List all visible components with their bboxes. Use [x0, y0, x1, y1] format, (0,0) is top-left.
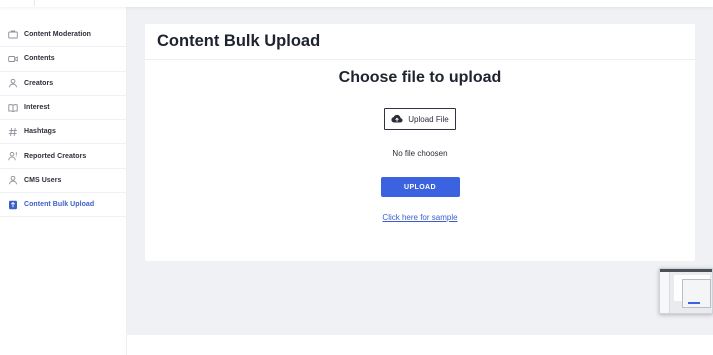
- content-moderation-icon: [8, 30, 18, 40]
- card-header: Content Bulk Upload: [145, 24, 695, 60]
- cloud-upload-icon: [391, 114, 403, 124]
- upload-panel: Choose file to upload Upload File No fil…: [145, 60, 695, 260]
- hashtag-icon: [8, 127, 18, 137]
- sidebar-item-label: Interest: [24, 104, 50, 112]
- sidebar-item-label: Creators: [24, 79, 54, 87]
- sidebar-item-label: Hashtags: [24, 128, 56, 136]
- reported-person-icon: [8, 151, 18, 161]
- sidebar-item-label: CMS Users: [24, 176, 62, 184]
- page-title: Content Bulk Upload: [157, 32, 321, 50]
- screenshot-thumbnail[interactable]: [659, 268, 713, 314]
- header-divider: [34, 0, 35, 6]
- sidebar-nav: Content Moderation Contents Creators Int…: [0, 7, 126, 218]
- upload-file-label: Upload File: [408, 114, 449, 124]
- footer-strip: [127, 335, 713, 355]
- sidebar-item-label: Reported Creators: [24, 152, 87, 160]
- sidebar-item-hashtags[interactable]: Hashtags: [0, 120, 126, 145]
- thumbnail-button: [688, 302, 700, 304]
- bulk-upload-icon: [8, 200, 18, 210]
- sidebar-item-label: Contents: [24, 55, 55, 63]
- sidebar-item-reported-creators[interactable]: Reported Creators: [0, 144, 126, 169]
- video-icon: [8, 54, 18, 64]
- sidebar-item-content-moderation[interactable]: Content Moderation: [0, 23, 126, 48]
- sidebar-item-cms-users[interactable]: CMS Users: [0, 169, 126, 194]
- sidebar-item-creators[interactable]: Creators: [0, 72, 126, 96]
- bulk-upload-card: Content Bulk Upload Choose file to uploa…: [145, 24, 695, 261]
- sidebar: Content Moderation Contents Creators Int…: [0, 7, 127, 355]
- upload-file-button[interactable]: Upload File: [384, 108, 456, 130]
- choose-file-heading: Choose file to upload: [338, 69, 502, 86]
- book-icon: [8, 103, 18, 113]
- file-status-text: No file choosen: [392, 149, 448, 158]
- top-header-bar: [0, 0, 713, 7]
- main-content: Content Bulk Upload Choose file to uploa…: [127, 7, 713, 335]
- sidebar-item-content-bulk-upload[interactable]: Content Bulk Upload: [0, 193, 126, 218]
- sidebar-item-label: Content Bulk Upload: [24, 201, 95, 209]
- sample-link[interactable]: Click here for sample: [382, 213, 457, 222]
- thumbnail-sidebar: [660, 272, 670, 313]
- sidebar-item-interest[interactable]: Interest: [0, 96, 126, 121]
- upload-button[interactable]: UPLOAD: [380, 177, 460, 197]
- person-icon: [8, 175, 18, 185]
- sidebar-item-contents[interactable]: Contents: [0, 47, 126, 72]
- sidebar-item-label: Content Moderation: [24, 31, 92, 39]
- person-icon: [8, 78, 18, 88]
